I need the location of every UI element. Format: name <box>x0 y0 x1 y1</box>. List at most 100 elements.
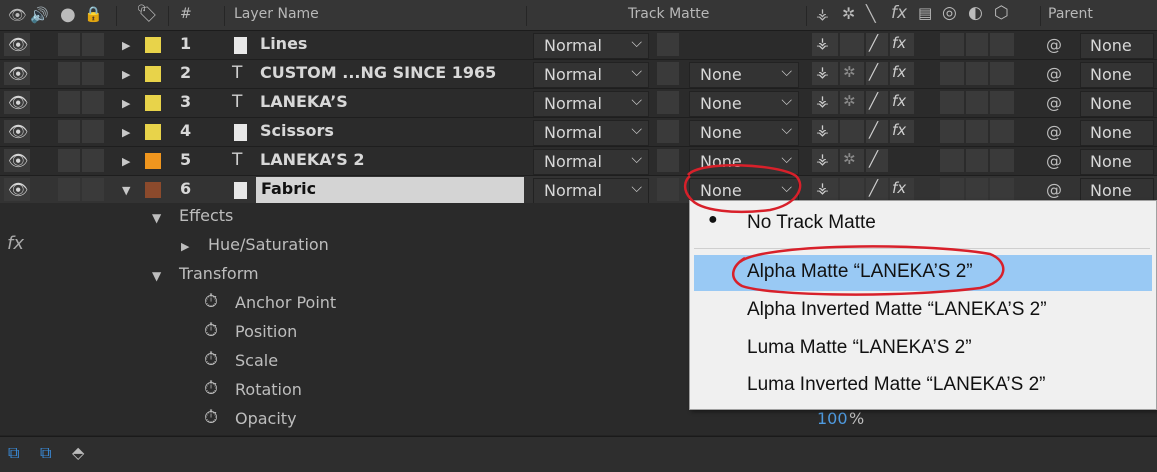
layer-name-column-header[interactable]: Layer Name <box>234 6 319 22</box>
rotation-property[interactable]: Rotation <box>235 380 302 399</box>
opacity-stopwatch-icon[interactable]: ⏱ <box>204 407 218 428</box>
shy-switch-icon[interactable]: ⚶ <box>816 121 829 139</box>
transfer-controls-icon[interactable]: ⬘ <box>72 443 84 462</box>
quality-switch-icon[interactable]: ╱ <box>869 63 878 81</box>
anchor-point-stopwatch-icon[interactable]: ⏱ <box>204 291 218 312</box>
position-stopwatch-icon[interactable]: ⏱ <box>204 320 218 341</box>
layer-name[interactable]: Scissors <box>260 121 334 140</box>
rotation-stopwatch-icon[interactable]: ⏱ <box>204 378 218 399</box>
3d-switch[interactable] <box>990 149 1014 172</box>
adjustment-switch[interactable] <box>966 149 988 172</box>
effects-switch-icon[interactable]: fx <box>892 121 906 139</box>
motion-blur-switch[interactable] <box>940 62 964 85</box>
track-matte-dropdown[interactable]: None ⌵ <box>689 62 799 88</box>
layer-name[interactable]: Lines <box>260 34 307 53</box>
blend-mode-dropdown[interactable]: Normal ⌵ <box>533 178 649 204</box>
layer-name[interactable]: LANEKA’S 2 <box>260 150 365 169</box>
twirl-closed-icon[interactable]: ▶ <box>122 155 130 168</box>
preserve-transparency-switch[interactable] <box>657 33 679 56</box>
solo-switch[interactable] <box>58 91 80 114</box>
video-visibility-toggle-icon[interactable]: 👁 <box>8 153 28 169</box>
layer-switches-icon[interactable]: ⧉ <box>40 443 51 463</box>
effects-switch-icon[interactable]: fx <box>892 92 906 110</box>
lock-switch[interactable] <box>82 33 104 56</box>
3d-layer-icon[interactable]: ⬡ <box>994 3 1009 23</box>
track-matte-column-header[interactable]: Track Matte <box>628 6 709 22</box>
effects-switch-icon[interactable]: fx <box>892 34 906 52</box>
menu-item-alpha-matte[interactable]: Alpha Matte “LANEKA’S 2” <box>694 255 1152 291</box>
effects-twirl-icon[interactable]: ▼ <box>152 211 161 225</box>
label-color-swatch[interactable] <box>145 95 161 111</box>
blend-mode-dropdown[interactable]: Normal ⌵ <box>533 62 649 88</box>
effects-switch-icon[interactable]: fx <box>892 179 906 197</box>
motion-blur-icon[interactable]: ◎ <box>942 3 957 23</box>
anchor-point-property[interactable]: Anchor Point <box>235 293 336 312</box>
layer-name[interactable]: LANEKA’S <box>260 92 348 111</box>
parent-dropdown[interactable]: None <box>1080 91 1154 117</box>
menu-item-alpha-inverted-matte[interactable]: Alpha Inverted Matte “LANEKA’S 2” <box>690 293 1156 329</box>
parent-dropdown[interactable]: None <box>1080 149 1154 175</box>
solo-switch[interactable] <box>58 178 80 201</box>
twirl-closed-icon[interactable]: ▶ <box>122 68 130 81</box>
3d-switch[interactable] <box>990 91 1014 114</box>
parent-pickwhip-icon[interactable]: @ <box>1046 35 1062 54</box>
preserve-transparency-switch[interactable] <box>657 149 679 172</box>
video-visibility-icon[interactable]: 👁 <box>8 6 27 24</box>
effects-switch-icon[interactable]: fx <box>892 63 906 81</box>
position-property[interactable]: Position <box>235 322 297 341</box>
audio-icon[interactable]: 🔊 <box>30 6 49 24</box>
parent-pickwhip-icon[interactable]: @ <box>1046 151 1062 170</box>
number-column-header[interactable]: # <box>180 6 192 22</box>
lock-switch[interactable] <box>82 178 104 201</box>
adjustment-switch[interactable] <box>966 120 988 143</box>
collapse-switch-icon[interactable]: ✲ <box>843 150 856 168</box>
parent-pickwhip-icon[interactable]: @ <box>1046 93 1062 112</box>
blend-mode-dropdown[interactable]: Normal ⌵ <box>533 33 649 59</box>
label-color-swatch[interactable] <box>145 37 161 53</box>
layer-row[interactable]: 👁 ▶ 3 T LANEKA’S Normal ⌵ None ⌵ ⚶ ✲ ╱ fx @ None <box>0 89 1157 118</box>
layer-row[interactable]: 👁 ▶ 2 T CUSTOM ...NG SINCE 1965 Normal ⌵ None ⌵ ⚶… <box>0 60 1157 89</box>
label-color-swatch[interactable] <box>145 124 161 140</box>
comp-flowchart-icon[interactable]: ⧉ <box>8 443 19 463</box>
lock-switch[interactable] <box>82 149 104 172</box>
motion-blur-switch[interactable] <box>940 149 964 172</box>
parent-dropdown[interactable]: None <box>1080 33 1154 59</box>
quality-switch-icon[interactable]: ╱ <box>869 121 878 139</box>
layer-name[interactable]: Fabric <box>261 179 316 198</box>
collapse-switch-icon[interactable]: ✲ <box>843 63 856 81</box>
scale-stopwatch-icon[interactable]: ⏱ <box>204 349 218 370</box>
lock-switch[interactable] <box>82 120 104 143</box>
layer-row[interactable]: 👁 ▶ 5 T LANEKA’S 2 Normal ⌵ None ⌵ ⚶ ✲ ╱ @ None <box>0 147 1157 176</box>
label-tag-icon[interactable]: 🏷 <box>136 4 158 24</box>
parent-pickwhip-icon[interactable]: @ <box>1046 180 1062 199</box>
adjustment-switch[interactable] <box>966 178 988 201</box>
track-matte-dropdown[interactable]: None ⌵ <box>689 149 799 175</box>
adjustment-layer-icon[interactable]: ◐ <box>968 3 983 23</box>
quality-switch-icon[interactable]: ╱ <box>869 150 878 168</box>
label-color-swatch[interactable] <box>145 153 161 169</box>
parent-dropdown[interactable]: None <box>1080 120 1154 146</box>
quality-icon[interactable]: ╲ <box>866 4 876 23</box>
video-visibility-toggle-icon[interactable]: 👁 <box>8 95 28 111</box>
adjustment-switch[interactable] <box>966 91 988 114</box>
shy-switch-icon[interactable]: ⚶ <box>816 92 829 110</box>
twirl-open-icon[interactable]: ▼ <box>122 184 130 197</box>
collapse-switch-icon[interactable]: ✲ <box>843 92 856 110</box>
blend-mode-dropdown[interactable]: Normal ⌵ <box>533 91 649 117</box>
layer-row[interactable]: 👁 ▶ 4 Scissors Normal ⌵ None ⌵ ⚶ ╱ fx @ None <box>0 118 1157 147</box>
solo-switch[interactable] <box>58 120 80 143</box>
menu-item-luma-inverted-matte[interactable]: Luma Inverted Matte “LANEKA’S 2” <box>690 368 1156 404</box>
lock-icon[interactable]: 🔒 <box>84 5 103 23</box>
layer-row[interactable]: 👁 ▶ 1 Lines Normal ⌵ ⚶ ╱ fx @ None <box>0 31 1157 60</box>
solo-switch[interactable] <box>58 62 80 85</box>
scale-property[interactable]: Scale <box>235 351 278 370</box>
preserve-transparency-switch[interactable] <box>657 178 679 201</box>
blend-mode-dropdown[interactable]: Normal ⌵ <box>533 149 649 175</box>
3d-switch[interactable] <box>990 120 1014 143</box>
parent-pickwhip-icon[interactable]: @ <box>1046 122 1062 141</box>
track-matte-dropdown[interactable]: None ⌵ <box>689 120 799 146</box>
motion-blur-switch[interactable] <box>940 120 964 143</box>
shy-switch-icon[interactable]: ⚶ <box>816 150 829 168</box>
solo-switch[interactable] <box>58 149 80 172</box>
parent-dropdown[interactable]: None <box>1080 62 1154 88</box>
